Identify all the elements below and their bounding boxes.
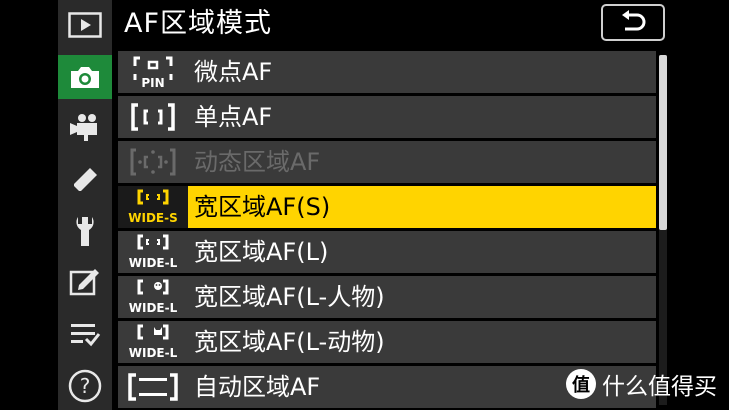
svg-text:WIDE-L: WIDE-L — [129, 256, 178, 270]
return-arrow-icon — [622, 9, 646, 30]
menu-item-wide-area-af-s[interactable]: WIDE-S 宽区域AF(S) — [118, 186, 656, 228]
camera-menu-screen: ? AF区域模式 PIN 微点AF 单点AF 动态区域AF WIDE-S 宽区域… — [0, 0, 729, 410]
menu-item-label: 宽区域AF(L-动物) — [194, 328, 385, 356]
svg-text:WIDE-S: WIDE-S — [128, 211, 177, 225]
menu-item-pinpoint-af[interactable]: PIN 微点AF — [118, 51, 656, 93]
watermark-logo: 值 — [566, 369, 596, 399]
pencil-icon — [74, 168, 97, 191]
menu-item-label: 自动区域AF — [194, 373, 321, 401]
menu-item-dynamic-area-af: 动态区域AF — [118, 141, 656, 183]
menu-item-label: 宽区域AF(L) — [194, 238, 329, 266]
help-tab[interactable]: ? — [58, 364, 112, 408]
watermark-text: 什么值得买 — [602, 374, 717, 400]
my-menu-tab[interactable] — [58, 312, 112, 356]
movie-shooting-tab[interactable] — [58, 105, 112, 149]
menu-item-wide-area-af-l-people[interactable]: WIDE-L 宽区域AF(L-人物) — [118, 276, 656, 318]
dynamic-area-af-icon — [118, 141, 188, 183]
watermark: 值 什么值得买 — [566, 366, 717, 402]
custom-settings-tab[interactable] — [58, 158, 112, 202]
movie-camera-icon — [70, 114, 97, 141]
menu-item-label: 宽区域AF(S) — [194, 193, 331, 221]
playback-tab[interactable] — [58, 3, 112, 47]
menu-item-label: 宽区域AF(L-人物) — [194, 283, 385, 311]
retouch-tab[interactable] — [58, 260, 112, 304]
menu-item-label: 动态区域AF — [194, 148, 321, 176]
single-point-af-icon — [118, 96, 188, 138]
menu-title: AF区域模式 — [124, 8, 273, 39]
svg-text:?: ? — [80, 374, 91, 398]
wide-area-l-animals-icon: WIDE-L — [118, 321, 188, 363]
menu-item-wide-area-af-l-animals[interactable]: WIDE-L 宽区域AF(L-动物) — [118, 321, 656, 363]
svg-text:PIN: PIN — [141, 76, 164, 90]
play-icon — [68, 12, 102, 38]
retouch-icon — [69, 269, 99, 296]
menu-tab-bar: ? — [58, 0, 112, 410]
help-icon: ? — [68, 369, 102, 403]
auto-area-af-icon — [118, 366, 188, 408]
camera-icon — [71, 67, 99, 88]
svg-text:WIDE-L: WIDE-L — [129, 301, 178, 315]
back-button[interactable] — [601, 4, 665, 41]
setup-tab[interactable] — [58, 210, 112, 254]
my-menu-icon — [71, 324, 101, 347]
menu-item-single-point-af[interactable]: 单点AF — [118, 96, 656, 138]
svg-text:WIDE-L: WIDE-L — [129, 346, 178, 360]
wide-area-l-people-icon: WIDE-L — [118, 276, 188, 318]
pinpoint-af-icon: PIN — [118, 51, 188, 93]
wide-area-l-icon: WIDE-L — [118, 231, 188, 273]
photo-shooting-tab[interactable] — [58, 55, 112, 99]
scrollbar-thumb[interactable] — [659, 55, 667, 230]
wide-area-s-icon: WIDE-S — [118, 186, 188, 228]
menu-item-label: 单点AF — [194, 103, 273, 131]
menu-item-label: 微点AF — [194, 58, 273, 86]
menu-item-wide-area-af-l[interactable]: WIDE-L 宽区域AF(L) — [118, 231, 656, 273]
wrench-icon — [76, 217, 94, 246]
